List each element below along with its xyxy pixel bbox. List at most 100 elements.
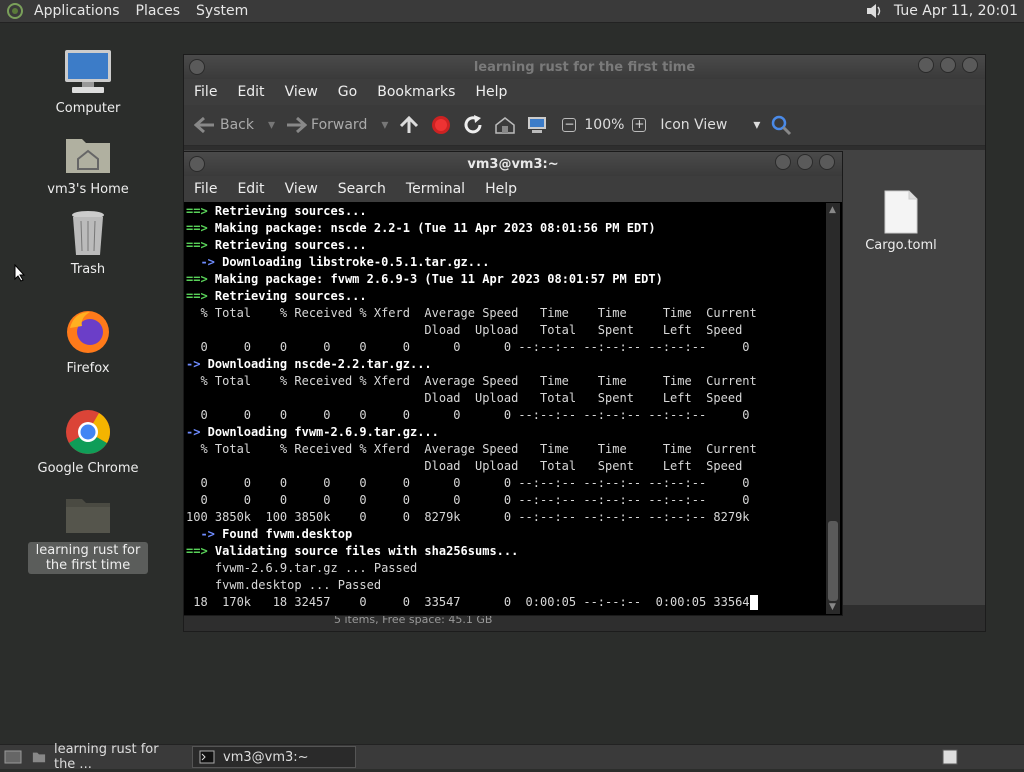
terminal-line-prefix: ->	[186, 527, 215, 541]
scroll-up-icon[interactable]: ▲	[829, 205, 836, 215]
terminal-line-text: Downloading libstroke-0.5.1.tar.gz...	[214, 255, 490, 269]
bottom-panel: learning rust for the ... vm3@vm3:~	[0, 742, 1024, 772]
places-menu[interactable]: Places	[128, 0, 189, 22]
menu-help[interactable]: Help	[475, 181, 527, 197]
home-button[interactable]	[494, 115, 516, 135]
terminal-line-text: 100 3850k 100 3850k 0 0 8279k 0 --:--:--…	[186, 510, 750, 524]
terminal-line-text: Found fvwm.desktop	[214, 527, 353, 541]
maximize-button[interactable]	[940, 57, 956, 73]
window-title: learning rust for the first time	[473, 59, 696, 75]
zoom-level: 100%	[584, 117, 625, 133]
terminal-line-prefix: ==>	[186, 289, 208, 303]
terminal-line-text: Dload Upload Total Spent Left Speed	[186, 459, 743, 473]
window-title: vm3@vm3:~	[467, 156, 559, 172]
menu-view[interactable]: View	[275, 84, 328, 100]
terminal-icon	[199, 750, 215, 764]
workspace-switcher-icon[interactable]	[942, 749, 958, 765]
maximize-button[interactable]	[797, 154, 813, 170]
taskbar-item-label: vm3@vm3:~	[223, 749, 309, 765]
menu-edit[interactable]: Edit	[227, 84, 274, 100]
terminal-line-text: % Total % Received % Xferd Average Speed…	[186, 442, 757, 456]
terminal-output[interactable]: ==> Retrieving sources... ==> Making pack…	[184, 203, 826, 614]
taskbar-item-file-manager[interactable]: learning rust for the ...	[26, 742, 188, 772]
taskbar-item-terminal[interactable]: vm3@vm3:~	[192, 746, 356, 768]
menu-terminal[interactable]: Terminal	[396, 181, 475, 197]
desktop-icon-computer[interactable]: Computer	[28, 46, 148, 117]
terminal-line-prefix: ==>	[186, 204, 208, 218]
terminal-line: ==> Making package: fvwm 2.6.9-3 (Tue 11…	[184, 271, 826, 288]
desktop-icon-home[interactable]: vm3's Home	[28, 127, 148, 198]
terminal-scrollbar[interactable]: ▲ ▼	[826, 203, 840, 614]
terminal-line-text: Downloading nscde-2.2.tar.gz...	[200, 357, 432, 371]
desktop-icon-chrome[interactable]: Google Chrome	[28, 406, 148, 477]
stop-icon	[432, 116, 451, 134]
desktop-icon-label: Computer	[55, 101, 121, 116]
scrollbar-thumb[interactable]	[828, 521, 838, 601]
search-button[interactable]	[770, 114, 792, 136]
menu-help[interactable]: Help	[465, 84, 517, 100]
zoom-in-icon[interactable]: +	[632, 118, 647, 132]
terminal-line-text: % Total % Received % Xferd Average Speed…	[186, 306, 757, 320]
forward-button[interactable]: Forward ▾	[285, 116, 388, 134]
terminal-line-text: Downloading fvwm-2.6.9.tar.gz...	[200, 425, 439, 439]
terminal-cursor	[749, 595, 758, 610]
system-menu[interactable]: System	[188, 0, 256, 22]
back-dropdown-icon[interactable]: ▾	[268, 117, 275, 133]
stop-button[interactable]	[430, 114, 452, 136]
top-panel: Applications Places System Tue Apr 11, 2…	[0, 0, 1024, 23]
terminal-titlebar[interactable]: vm3@vm3:~	[184, 152, 842, 176]
up-button[interactable]	[398, 115, 420, 135]
menu-view[interactable]: View	[275, 181, 328, 197]
computer-icon	[528, 117, 547, 133]
minimize-button[interactable]	[918, 57, 934, 73]
zoom-control: − 100% +	[558, 117, 647, 133]
menu-file[interactable]: File	[184, 181, 227, 197]
view-mode-select[interactable]: Icon View ▾	[656, 117, 760, 133]
file-manager-titlebar[interactable]: learning rust for the first time	[184, 55, 985, 79]
terminal-line: ==> Validating source files with sha256s…	[184, 543, 826, 560]
zoom-out-icon[interactable]: −	[562, 118, 577, 132]
terminal-line-prefix: ->	[186, 357, 201, 371]
terminal-line-text: % Total % Received % Xferd Average Speed…	[186, 374, 757, 388]
terminal-line-text: 0 0 0 0 0 0 0 0 --:--:-- --:--:-- --:--:…	[186, 408, 750, 422]
terminal-line: Dload Upload Total Spent Left Speed	[184, 458, 826, 475]
desktop-icon-label: Firefox	[66, 361, 110, 376]
desktop-icon-label: vm3's Home	[47, 182, 129, 197]
terminal-line: -> Found fvwm.desktop	[184, 526, 826, 543]
terminal-line: 18 170k 18 32457 0 0 33547 0 0:00:05 --:…	[184, 594, 826, 611]
back-label: Back	[220, 117, 254, 133]
show-desktop-icon[interactable]	[4, 749, 22, 765]
file-name: Cargo.toml	[865, 238, 937, 253]
desktop-icon-trash[interactable]: Trash	[28, 207, 148, 278]
terminal-line: ==> Making package: nscde 2.2-1 (Tue 11 …	[184, 220, 826, 237]
terminal-menubar: File Edit View Search Terminal Help	[184, 176, 842, 202]
forward-dropdown-icon[interactable]: ▾	[381, 117, 388, 133]
menu-file[interactable]: File	[184, 84, 227, 100]
gnome-foot-icon[interactable]	[6, 2, 24, 20]
minimize-button[interactable]	[775, 154, 791, 170]
menu-bookmarks[interactable]: Bookmarks	[367, 84, 465, 100]
home-icon	[495, 117, 516, 134]
terminal-line-prefix: ==>	[186, 221, 208, 235]
terminal-line-text: fvwm-2.6.9.tar.gz ... Passed	[186, 561, 418, 575]
scroll-down-icon[interactable]: ▼	[829, 602, 836, 612]
terminal-line: 0 0 0 0 0 0 0 0 --:--:-- --:--:-- --:--:…	[184, 407, 826, 424]
back-button[interactable]: Back ▾	[194, 116, 275, 134]
close-button[interactable]	[962, 57, 978, 73]
volume-icon[interactable]	[864, 1, 884, 21]
desktop-icon-project-folder[interactable]: learning rust for the first time	[28, 488, 148, 574]
reload-button[interactable]	[462, 114, 484, 136]
desktop-icon-firefox[interactable]: Firefox	[28, 306, 148, 377]
close-button[interactable]	[819, 154, 835, 170]
reload-icon	[464, 115, 482, 134]
terminal-line-text: Dload Upload Total Spent Left Speed	[186, 391, 743, 405]
menu-edit[interactable]: Edit	[227, 181, 274, 197]
computer-button[interactable]	[526, 115, 548, 135]
menu-go[interactable]: Go	[328, 84, 367, 100]
terminal-line-text: 0 0 0 0 0 0 0 0 --:--:-- --:--:-- --:--:…	[186, 493, 750, 507]
terminal-line-text: Dload Upload Total Spent Left Speed	[186, 323, 743, 337]
file-item[interactable]: Cargo.toml	[856, 190, 946, 253]
menu-search[interactable]: Search	[328, 181, 396, 197]
applications-menu[interactable]: Applications	[26, 0, 128, 22]
clock[interactable]: Tue Apr 11, 20:01	[884, 3, 1024, 19]
